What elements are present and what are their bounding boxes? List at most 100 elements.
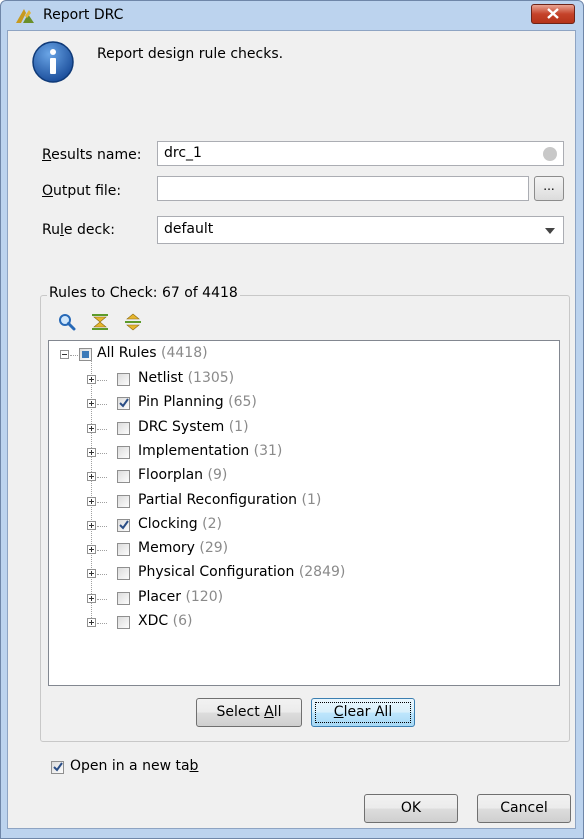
clear-all-label-rest: lear All (343, 704, 393, 720)
close-icon (547, 8, 559, 19)
rule-checkbox[interactable] (117, 422, 130, 435)
rule-checkbox[interactable] (117, 592, 130, 605)
tree-item-count: (65) (228, 394, 257, 410)
tree-connector (97, 380, 107, 382)
rule-checkbox[interactable] (117, 495, 130, 508)
tree-item-count: (1) (301, 492, 322, 508)
tree-connector (97, 404, 107, 406)
output-file-label: Output file: (42, 183, 121, 199)
vivado-icon (16, 9, 34, 23)
cancel-button[interactable]: Cancel (477, 794, 571, 823)
rule-deck-label: Rule deck: (42, 222, 115, 238)
tree-connector (97, 429, 107, 431)
tree-item-label: Floorplan (138, 467, 204, 483)
rule-deck-label-pre: Ru (42, 222, 60, 238)
tree-item-label: Netlist (138, 370, 184, 386)
clear-all-button[interactable]: Clear All (311, 698, 415, 727)
checkmark-icon (53, 762, 63, 772)
rule-checkbox[interactable] (117, 373, 130, 386)
expand-icon[interactable] (87, 569, 96, 578)
tree-connector (97, 526, 107, 528)
tree-item-label: DRC System (138, 419, 225, 435)
clear-all-label-mnemonic: C (333, 704, 344, 720)
open-new-tab-label-text: Open in a new ta (70, 758, 190, 774)
open-new-tab-label[interactable]: Open in a new tab (70, 758, 198, 774)
expand-icon[interactable] (87, 618, 96, 627)
tree-item-label: Memory (138, 540, 195, 556)
output-file-input[interactable] (157, 176, 529, 201)
tree-item[interactable]: Placer (120) (138, 589, 223, 609)
rule-checkbox[interactable] (117, 567, 130, 580)
tree-item-count: (2849) (298, 564, 346, 580)
expand-icon[interactable] (87, 545, 96, 554)
rule-checkbox[interactable] (117, 616, 130, 629)
tree-item[interactable]: Physical Configuration (2849) (138, 564, 345, 584)
expand-icon[interactable] (87, 424, 96, 433)
tree-item-label: Clocking (138, 516, 198, 532)
tree-connector (70, 355, 78, 357)
expand-icon[interactable] (87, 399, 96, 408)
results-name-label-text: esults name: (51, 147, 142, 163)
expand-all-icon[interactable] (124, 313, 142, 331)
expand-icon[interactable] (87, 594, 96, 603)
results-name-label-mnemonic: R (42, 147, 52, 163)
close-button[interactable] (531, 4, 575, 24)
tree-item[interactable]: XDC (6) (138, 613, 192, 633)
output-file-label-mnemonic: O (42, 183, 54, 199)
tree-item-count: (120) (185, 589, 224, 605)
tree-item-count: (31) (253, 443, 283, 459)
rule-checkbox[interactable] (117, 519, 130, 532)
expand-icon[interactable] (87, 521, 96, 530)
clear-icon[interactable] (543, 147, 557, 161)
tree-item[interactable]: Pin Planning (65) (138, 394, 257, 414)
results-name-input[interactable]: drc_1 (157, 141, 564, 166)
tree-item[interactable]: DRC System (1) (138, 419, 249, 439)
tree-item[interactable]: Clocking (2) (138, 516, 222, 536)
expand-icon[interactable] (87, 497, 96, 506)
tree-item[interactable]: Memory (29) (138, 540, 228, 560)
tree-item-label: All Rules (97, 345, 157, 361)
browse-button[interactable]: ... (534, 176, 564, 201)
window-title: Report DRC (43, 7, 124, 23)
rule-deck-select[interactable]: default (157, 216, 564, 244)
tree-connector (97, 574, 107, 576)
select-all-button[interactable]: Select All (196, 698, 302, 727)
tree-connector (97, 477, 107, 479)
tree-item-count: (4418) (161, 345, 208, 361)
ok-button[interactable]: OK (364, 794, 458, 823)
expand-icon[interactable] (87, 448, 96, 457)
title-bar[interactable]: Report DRC (1, 1, 583, 31)
tree-root-all-rules[interactable]: All Rules (4418) (97, 345, 208, 365)
tree-item[interactable]: Netlist (1305) (138, 370, 234, 390)
select-all-label-mnemonic: A (264, 704, 274, 720)
rule-checkbox[interactable] (117, 446, 130, 459)
tree-item[interactable]: Floorplan (9) (138, 467, 227, 487)
collapse-all-icon[interactable] (91, 313, 109, 331)
tree-item-count: (1) (228, 419, 249, 435)
select-all-label-rest: ll (273, 704, 282, 720)
tree-item[interactable]: Partial Reconfiguration (1) (138, 492, 321, 512)
open-new-tab-label-mnemonic: b (189, 758, 199, 774)
rule-deck-value: default (164, 221, 214, 237)
clear-all-label: Clear All (334, 704, 392, 720)
output-file-label-text: utput file: (53, 183, 122, 199)
tree-connector (97, 623, 107, 625)
tree-item-label: XDC (138, 613, 169, 629)
tree-item-label: Physical Configuration (138, 564, 295, 580)
info-icon (32, 41, 74, 83)
rule-checkbox[interactable] (117, 470, 130, 483)
tree-item[interactable]: Implementation (31) (138, 443, 282, 463)
tree-item-label: Pin Planning (138, 394, 224, 410)
results-name-label: Results name: (42, 147, 141, 163)
search-icon[interactable] (58, 313, 76, 331)
expand-icon[interactable] (87, 472, 96, 481)
rules-tree[interactable] (48, 340, 560, 686)
rule-checkbox[interactable] (117, 543, 130, 556)
collapse-icon[interactable] (60, 350, 69, 359)
tree-item-count: (9) (207, 467, 228, 483)
tree-item-count: (2) (202, 516, 222, 532)
open-new-tab-checkbox[interactable] (51, 761, 64, 774)
expand-icon[interactable] (87, 375, 96, 384)
tree-item-label: Placer (138, 589, 181, 605)
rule-checkbox[interactable] (117, 397, 130, 410)
